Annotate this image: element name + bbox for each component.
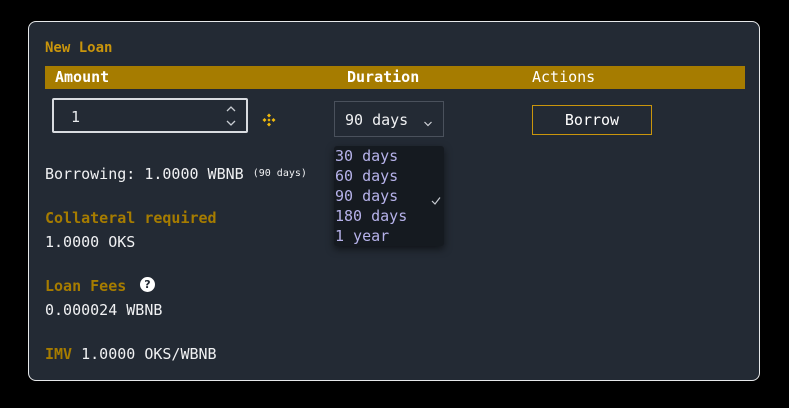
duration-option-30-days[interactable]: 30 days (334, 146, 444, 166)
new-loan-panel: New Loan Amount Duration Actions 1 90 da… (28, 21, 760, 381)
imv-row: IMV 1.0000 OKS/WBNB (45, 345, 217, 363)
question-circle-icon[interactable]: ? (140, 277, 155, 292)
amount-input-value[interactable]: 1 (71, 108, 80, 126)
section-title: New Loan (45, 40, 113, 56)
imv-label: IMV (45, 345, 73, 363)
imv-value: 1.0000 OKS/WBNB (81, 345, 217, 363)
column-header-actions: Actions (532, 68, 596, 86)
checkmark-icon (431, 191, 441, 205)
duration-select-value[interactable]: 90 days (345, 111, 408, 129)
borrowing-duration-note: (90 days) (252, 168, 307, 179)
chevron-down-icon[interactable] (423, 114, 433, 127)
amount-input[interactable]: 1 (52, 98, 248, 133)
duration-option-1-year[interactable]: 1 year (334, 226, 444, 246)
column-header-amount: Amount (55, 68, 110, 86)
binance-coin-icon (262, 112, 276, 127)
borrowing-label: Borrowing: 1.0000 WBNB (45, 165, 244, 183)
up-down-chevron-icon[interactable] (224, 102, 238, 130)
loan-fees-value: 0.000024 WBNB (45, 301, 163, 319)
duration-option-90-days[interactable]: 90 days (334, 186, 444, 206)
duration-option-180-days[interactable]: 180 days (334, 206, 444, 226)
duration-select[interactable]: 90 days (334, 101, 444, 137)
duration-option-60-days[interactable]: 60 days (334, 166, 444, 186)
column-header-duration: Duration (347, 68, 420, 86)
borrow-button[interactable]: Borrow (532, 105, 652, 135)
duration-dropdown-menu: 30 days 60 days 90 days 180 days 1 year (334, 146, 444, 246)
collateral-label: Collateral required (45, 209, 217, 227)
table-header: Amount Duration Actions (45, 66, 745, 89)
borrowing-summary: Borrowing: 1.0000 WBNB (90 days) (45, 165, 307, 183)
collateral-value: 1.0000 OKS (45, 233, 136, 251)
loan-fees-label: Loan Fees (45, 277, 127, 295)
